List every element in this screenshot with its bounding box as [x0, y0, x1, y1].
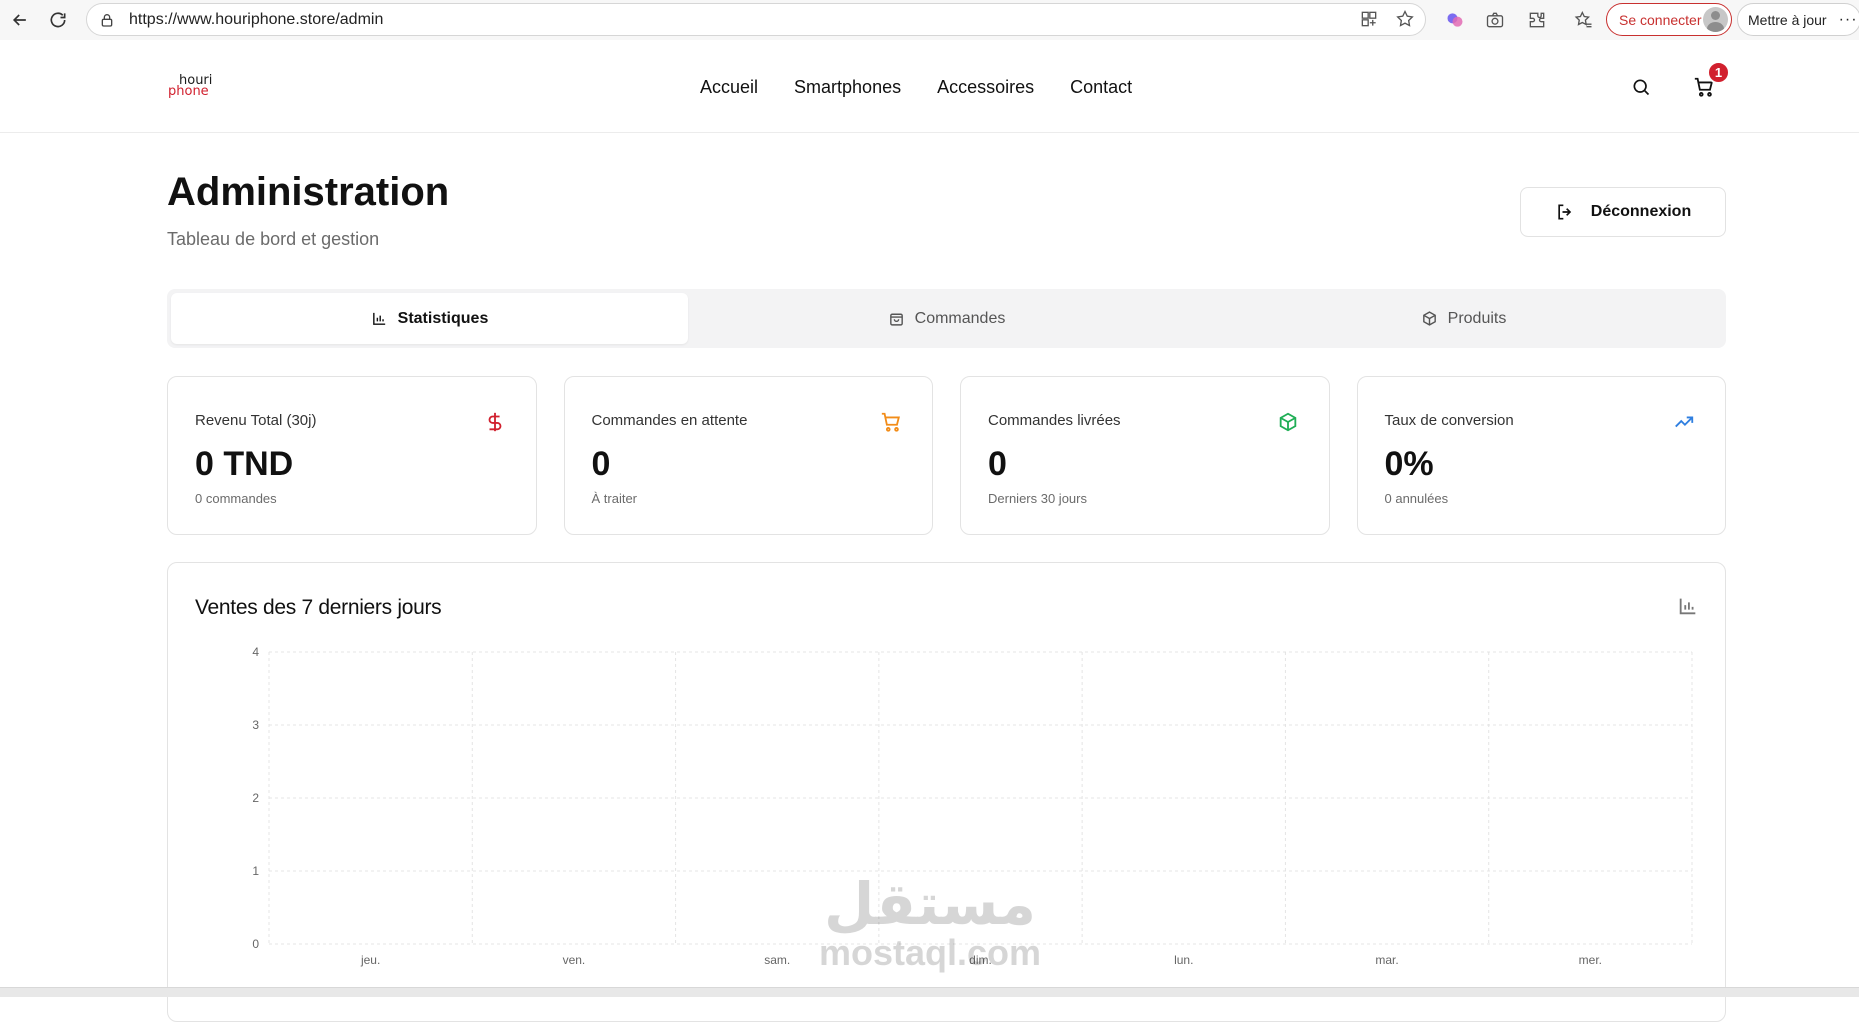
stat-subtext: Derniers 30 jours: [988, 491, 1087, 506]
chart-x-tick-label: lun.: [1174, 953, 1193, 967]
window-bottom-edge: [0, 987, 1859, 997]
url-text: https://www.houriphone.store/admin: [129, 10, 384, 28]
chart-x-tick-label: mer.: [1579, 953, 1602, 967]
nav-accessoires[interactable]: Accessoires: [937, 77, 1034, 98]
favorites-icon[interactable]: [1574, 10, 1594, 30]
stat-value: 0 TND: [195, 445, 294, 483]
site-header: houri phone Accueil Smartphones Accessoi…: [0, 43, 1859, 133]
tab-label: Produits: [1447, 309, 1507, 327]
admin-tabs: Statistiques Commandes Produits: [167, 289, 1726, 348]
bar-chart-icon: [372, 312, 385, 325]
chart-x-tick-label: sam.: [764, 953, 790, 967]
watermark-logo: مستقل mostaql.com: [815, 870, 1045, 980]
chart-x-tick-label: mar.: [1375, 953, 1398, 967]
watermark-latin: mostaql.com: [818, 932, 1042, 973]
stat-card-conversion: Taux de conversion 0% 0 annulées: [1356, 376, 1726, 535]
logout-label: Déconnexion: [1590, 203, 1692, 220]
nav-accueil[interactable]: Accueil: [700, 77, 758, 98]
extensions-icon[interactable]: [1527, 10, 1547, 30]
chart-y-tick-label: 4: [252, 645, 259, 659]
stat-card-revenue: Revenu Total (30j) 0 TND 0 commandes: [167, 376, 537, 535]
profile-avatar-icon: [1703, 7, 1728, 32]
logout-icon: [1558, 204, 1571, 220]
favorite-star-icon[interactable]: [1395, 9, 1415, 29]
dollar-icon: [488, 412, 501, 432]
arrow-left-icon: [12, 14, 26, 26]
reload-icon: [50, 12, 66, 28]
logo-text-bottom: phone: [168, 84, 209, 99]
tab-produits[interactable]: Produits: [1205, 293, 1722, 344]
page-title: Administration: [167, 170, 450, 214]
stat-subtext: 0 annulées: [1384, 491, 1449, 506]
cart-icon: [881, 412, 900, 432]
signin-button[interactable]: Se connecter: [1606, 3, 1732, 36]
stat-value: 0: [988, 445, 1007, 483]
trending-up-icon: [1675, 416, 1694, 428]
search-icon[interactable]: [1631, 77, 1651, 97]
tab-label: Commandes: [914, 309, 1006, 327]
reload-button[interactable]: [38, 0, 78, 40]
lock-icon: [101, 13, 113, 27]
stat-title: Commandes en attente: [591, 412, 748, 429]
shopping-bag-icon: [889, 313, 903, 326]
signin-label: Se connecter: [1619, 11, 1702, 28]
address-bar[interactable]: https://www.houriphone.store/admin: [86, 3, 1426, 36]
stat-value: 0%: [1384, 445, 1434, 483]
update-label: Mettre à jour: [1748, 11, 1827, 28]
chart-y-tick-label: 3: [252, 718, 259, 732]
stat-value: 0: [591, 445, 611, 483]
tab-statistiques[interactable]: Statistiques: [171, 293, 688, 344]
watermark-arabic: مستقل: [823, 870, 1037, 938]
update-button[interactable]: Mettre à jour ···: [1737, 3, 1859, 36]
tab-commandes[interactable]: Commandes: [688, 293, 1205, 344]
package-icon: [1279, 412, 1296, 432]
stat-card-delivered: Commandes livrées 0 Derniers 30 jours: [960, 376, 1330, 535]
browser-toolbar: https://www.houriphone.store/admin Se co…: [0, 0, 1859, 40]
nav-contact[interactable]: Contact: [1070, 77, 1132, 98]
back-button[interactable]: [0, 0, 40, 40]
main-nav: Accueil Smartphones Accessoires Contact: [700, 77, 1132, 98]
stat-subtext: À traiter: [591, 491, 638, 506]
nav-smartphones[interactable]: Smartphones: [794, 77, 901, 98]
site-logo[interactable]: houri phone: [168, 73, 218, 103]
tab-label: Statistiques: [397, 309, 489, 327]
cart-count-badge: 1: [1707, 61, 1730, 84]
stat-subtext: 0 commandes: [195, 491, 277, 506]
stat-card-pending: Commandes en attente 0 À traiter: [563, 376, 933, 535]
chart-y-tick-label: 1: [252, 864, 259, 878]
logout-button[interactable]: Déconnexion: [1520, 187, 1726, 237]
chart-y-tick-label: 2: [252, 791, 259, 805]
stat-title: Taux de conversion: [1384, 412, 1514, 429]
chart-y-tick-label: 0: [252, 937, 259, 951]
more-menu-icon[interactable]: ···: [1839, 11, 1858, 29]
chart-x-tick-label: jeu.: [360, 953, 380, 967]
app-available-icon[interactable]: [1359, 9, 1379, 29]
page-subtitle: Tableau de bord et gestion: [167, 229, 380, 249]
camera-icon[interactable]: [1485, 10, 1505, 30]
copilot-icon[interactable]: [1445, 10, 1465, 30]
stat-title: Commandes livrées: [988, 412, 1121, 429]
chart-x-tick-label: ven.: [563, 953, 586, 967]
stat-cards: Revenu Total (30j) 0 TND 0 commandes Com…: [167, 376, 1726, 535]
package-icon: [1422, 311, 1436, 326]
stat-title: Revenu Total (30j): [195, 412, 317, 429]
